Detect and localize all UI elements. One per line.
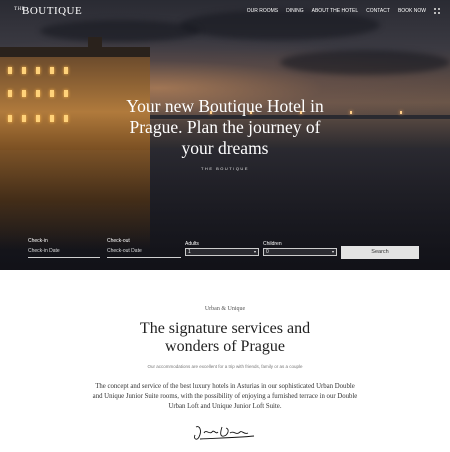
window-light (50, 67, 54, 74)
window-light (36, 115, 40, 122)
nav-book-now[interactable]: BOOK NOW (398, 8, 426, 16)
window-light (64, 67, 68, 74)
window-light (8, 115, 12, 122)
window-light (64, 90, 68, 97)
window-light (50, 90, 54, 97)
window-light (36, 90, 40, 97)
chevron-down-icon: ▾ (331, 249, 334, 254)
nav-dining[interactable]: DINING (286, 8, 304, 16)
checkout-input[interactable]: Check-out Date (107, 248, 142, 254)
window-light (22, 115, 26, 122)
adults-label: Adults (185, 241, 199, 247)
logo-name: BOUTIQUE (22, 5, 83, 17)
adults-value: 1 (188, 249, 191, 255)
hero-subtitle: THE BOUTIQUE (200, 166, 249, 171)
window-light (22, 90, 26, 97)
children-label: Children (263, 241, 282, 247)
hero-section: THE BOUTIQUE OUR ROOMS DINING ABOUT THE … (0, 0, 450, 270)
window-light (8, 90, 12, 97)
building-reflection (0, 150, 150, 250)
hero-title: Your new Boutique Hotel in Prague. Plan … (95, 96, 355, 159)
hero-title-line: Prague. Plan the journey of (129, 117, 321, 137)
search-button[interactable]: Search (341, 246, 419, 259)
hero-title-line: your dreams (181, 138, 269, 158)
checkout-field[interactable]: Check-out Check-out Date (107, 238, 181, 260)
checkout-underline (107, 257, 181, 258)
checkin-field[interactable]: Check-in Check-in Date (28, 238, 100, 260)
children-value: 0 (266, 249, 269, 255)
window-light (36, 67, 40, 74)
children-field: Children 0 ▾ (263, 238, 337, 260)
nav-our-rooms[interactable]: OUR ROOMS (247, 8, 278, 16)
checkout-label: Check-out (107, 238, 130, 244)
window-light (22, 67, 26, 74)
nav-contact[interactable]: CONTACT (366, 8, 390, 16)
children-select[interactable]: 0 ▾ (263, 248, 337, 256)
window-light (8, 67, 12, 74)
building-roof (0, 47, 150, 57)
building-tower (88, 37, 102, 57)
adults-field: Adults 1 ▾ (185, 238, 259, 260)
cloud (280, 50, 450, 75)
section-title: The signature services and wonders of Pr… (100, 320, 350, 356)
hero-title-line: Your new Boutique Hotel in (126, 96, 324, 116)
top-navigation-bar: THE BOUTIQUE OUR ROOMS DINING ABOUT THE … (0, 0, 450, 24)
intro-section: Urban & Unique The signature services an… (0, 270, 450, 452)
main-nav: OUR ROOMS DINING ABOUT THE HOTEL CONTACT… (247, 8, 440, 16)
grid-menu-icon[interactable] (434, 8, 440, 16)
section-title-line: wonders of Prague (165, 338, 285, 355)
section-body: The concept and service of the best luxu… (92, 383, 358, 410)
booking-form: Check-in Check-in Date Check-out Check-o… (28, 238, 423, 260)
adults-select[interactable]: 1 ▾ (185, 248, 259, 256)
section-title-line: The signature services and (139, 320, 311, 337)
checkin-input[interactable]: Check-in Date (28, 248, 60, 254)
section-small-text: Our accommodations are excellent for a t… (147, 364, 303, 369)
section-eyebrow: Urban & Unique (204, 306, 246, 312)
window-light (64, 115, 68, 122)
bridge-light (400, 111, 402, 114)
chevron-down-icon: ▾ (253, 249, 256, 254)
signature-image (194, 426, 255, 440)
checkin-label: Check-in (28, 238, 48, 244)
nav-about-hotel[interactable]: ABOUT THE HOTEL (312, 8, 359, 16)
window-light (50, 115, 54, 122)
checkin-underline (28, 257, 100, 258)
